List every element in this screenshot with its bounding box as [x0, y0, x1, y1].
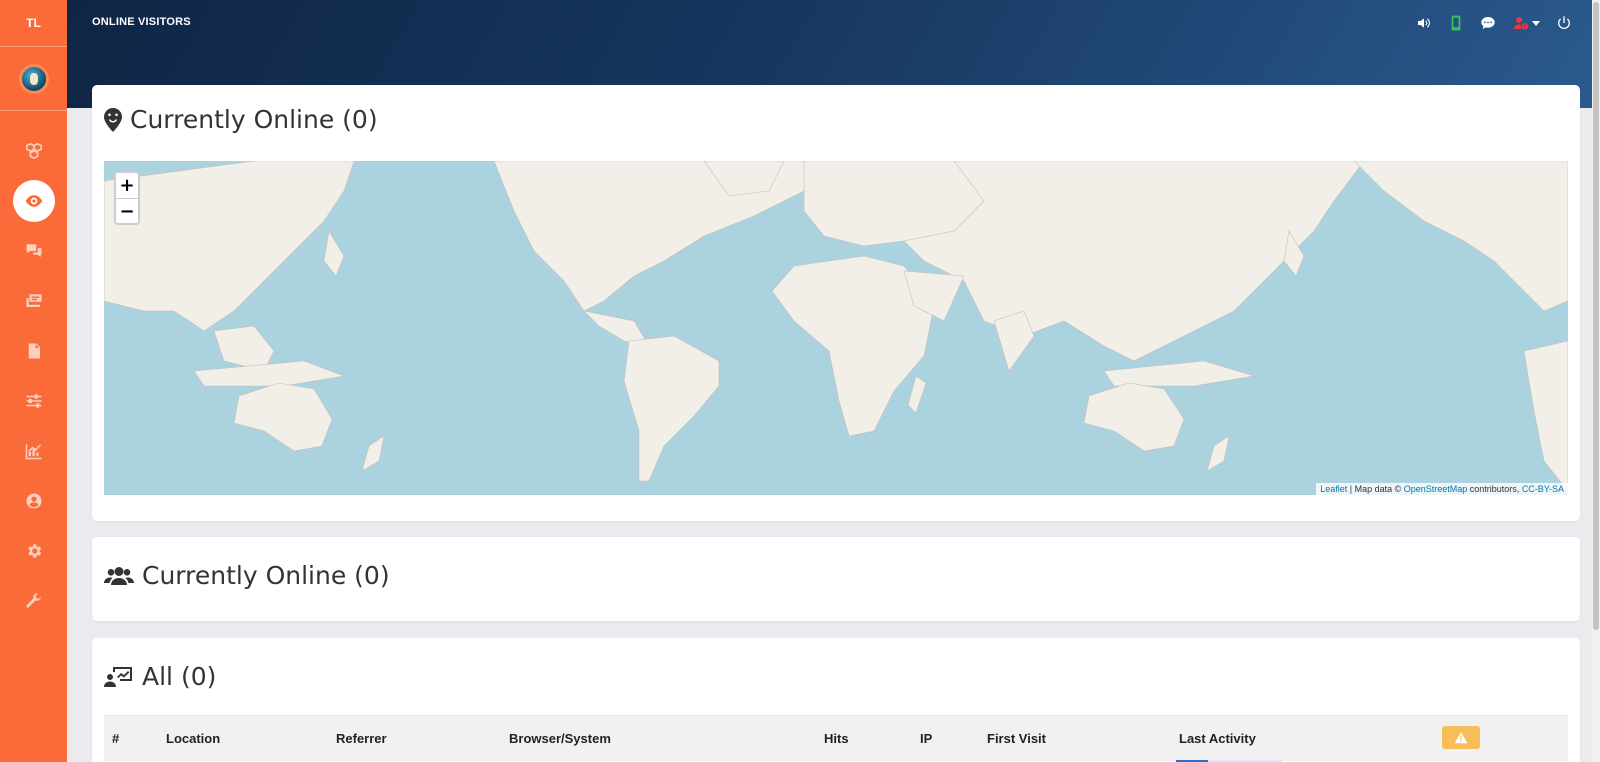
leaflet-link[interactable]: Leaflet — [1320, 484, 1347, 494]
attribution-separator: | Map data © — [1347, 484, 1404, 494]
logo-container — [0, 47, 67, 111]
land-asia-left — [104, 161, 355, 332]
online-users-header: Currently Online (0) — [104, 561, 390, 590]
eye-icon — [25, 195, 42, 207]
map-card: Currently Online (0) + − Leaflet | Map d… — [92, 85, 1580, 521]
online-users-card: Currently Online (0) — [92, 537, 1580, 621]
all-visitors-title: All (0) — [142, 662, 217, 691]
sidebar-nav — [0, 126, 67, 626]
tickets-icon — [26, 294, 41, 307]
brand-initials[interactable]: TL — [0, 0, 67, 47]
sidebar-item-tools[interactable] — [0, 576, 67, 626]
license-link[interactable]: CC-BY-SA — [1522, 484, 1564, 494]
column-header-first-visit[interactable]: First Visit — [987, 731, 1046, 746]
column-header-browser-system[interactable]: Browser/System — [509, 731, 611, 746]
zoom-out-button[interactable]: − — [116, 198, 138, 223]
world-map-tiles — [104, 161, 1568, 492]
user-alert-icon — [1513, 17, 1528, 30]
land-australia-center — [1083, 382, 1185, 452]
mobile-icon — [1451, 15, 1461, 31]
column-header-number[interactable]: # — [112, 731, 119, 746]
page-title: ONLINE VISITORS — [92, 16, 191, 28]
visitors-table-header: # Location Referrer Browser/System Hits … — [104, 715, 1568, 761]
sidebar-item-chats[interactable] — [0, 226, 67, 276]
sliders-icon — [26, 394, 41, 408]
messages-button[interactable] — [1472, 13, 1504, 33]
chat-bubbles-icon — [26, 244, 41, 257]
openstreetmap-link[interactable]: OpenStreetMap — [1404, 484, 1468, 494]
warning-icon — [1454, 731, 1468, 743]
land-madagascar — [907, 375, 927, 414]
document-icon — [28, 343, 40, 359]
sidebar-item-documents[interactable] — [0, 326, 67, 376]
map-attribution: Leaflet | Map data © OpenStreetMap contr… — [1316, 483, 1568, 495]
land-japan-left — [323, 230, 345, 277]
land-north-america-right — [1353, 161, 1568, 312]
chart-icon — [25, 444, 41, 460]
column-header-location[interactable]: Location — [166, 731, 220, 746]
zoom-in-button[interactable]: + — [116, 173, 138, 198]
all-visitors-card: All (0) # Location Referrer Browser/Syst… — [92, 638, 1580, 762]
power-icon — [1558, 16, 1570, 30]
cubes-icon — [25, 142, 42, 160]
page-scrollbar[interactable] — [1592, 0, 1600, 762]
active-indicator — [12, 180, 55, 222]
zoom-control: + − — [114, 171, 140, 225]
comment-icon — [1481, 17, 1495, 29]
attribution-contributors: contributors, — [1467, 484, 1522, 494]
map-card-header: Currently Online (0) — [104, 105, 378, 134]
sidebar-item-account[interactable] — [0, 476, 67, 526]
gear-icon — [27, 544, 41, 558]
online-users-title: Currently Online (0) — [142, 561, 390, 590]
sound-button[interactable] — [1408, 13, 1440, 33]
user-menu-button[interactable] — [1504, 13, 1548, 33]
land-newzealand-left — [361, 435, 385, 472]
sidebar-item-configuration[interactable] — [0, 526, 67, 576]
land-australia-left — [233, 382, 333, 452]
land-south-america-right — [1523, 340, 1568, 492]
column-header-referrer[interactable]: Referrer — [336, 731, 387, 746]
sidebar: TL — [0, 0, 67, 762]
land-indonesia-center — [1103, 360, 1255, 387]
logout-button[interactable] — [1548, 13, 1580, 33]
sidebar-item-tickets[interactable] — [0, 276, 67, 326]
land-newzealand-center — [1206, 435, 1230, 472]
avatar-logo[interactable] — [18, 63, 49, 94]
sidebar-item-visitors[interactable] — [0, 176, 67, 226]
all-visitors-header: All (0) — [104, 662, 216, 691]
map-card-title: Currently Online (0) — [130, 105, 378, 134]
scrollbar-thumb[interactable] — [1593, 2, 1599, 630]
sidebar-item-settings-sliders[interactable] — [0, 376, 67, 426]
user-circle-icon — [26, 493, 41, 509]
smile-pin-icon — [104, 107, 122, 132]
warning-button[interactable] — [1442, 726, 1480, 749]
volume-icon — [1418, 18, 1430, 28]
chevron-down-icon — [1531, 20, 1540, 26]
sidebar-item-statistics[interactable] — [0, 426, 67, 476]
visitors-chart-icon — [104, 666, 132, 687]
users-icon — [104, 566, 134, 585]
column-header-hits[interactable]: Hits — [824, 731, 849, 746]
wrench-icon — [25, 593, 41, 608]
land-indonesia-left — [193, 360, 346, 387]
column-header-last-activity[interactable]: Last Activity — [1179, 731, 1256, 746]
sidebar-item-cubes[interactable] — [0, 126, 67, 176]
column-header-ip[interactable]: IP — [920, 731, 932, 746]
mobile-button[interactable] — [1440, 13, 1472, 33]
visitor-map[interactable]: + − Leaflet | Map data © OpenStreetMap c… — [104, 161, 1568, 495]
header-toolbar — [1408, 13, 1580, 33]
land-south-america — [623, 335, 720, 482]
